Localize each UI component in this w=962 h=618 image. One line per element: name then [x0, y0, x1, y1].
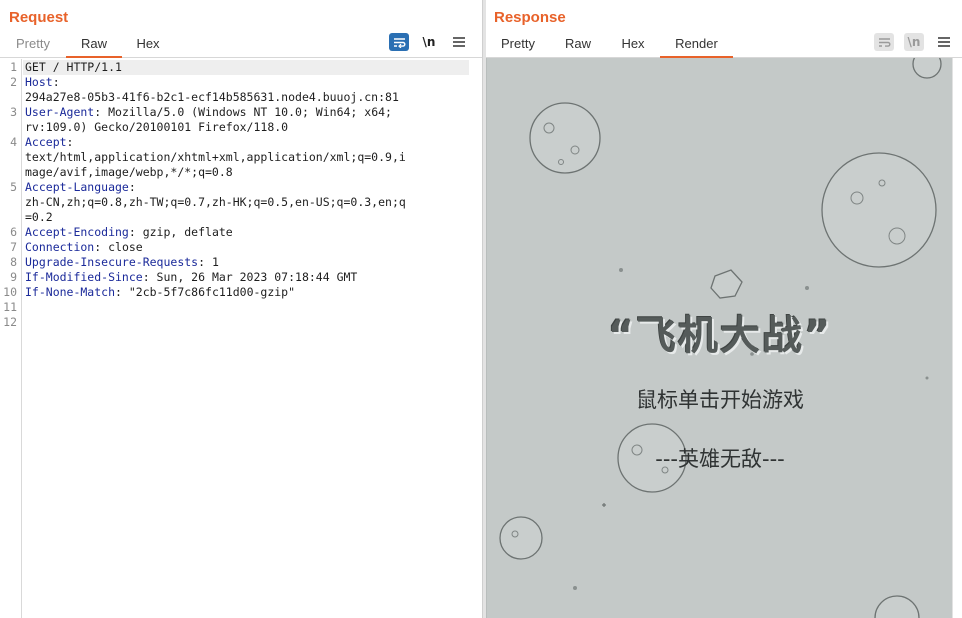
request-menu-button[interactable] — [449, 33, 469, 51]
header-key: If-Modified-Since — [25, 270, 143, 284]
header-value: text/html,application/xhtml+xml,applicat… — [25, 150, 406, 164]
response-show-newlines-button[interactable]: \n — [904, 33, 924, 51]
hamburger-menu-icon — [938, 37, 950, 47]
line-number: 11 — [3, 300, 17, 314]
request-panel: Request Pretty Raw Hex \n 1 2 3 4 5 6 7 … — [0, 0, 482, 618]
show-newlines-button[interactable]: \n — [419, 33, 439, 51]
wrap-icon — [878, 37, 890, 47]
request-raw-text: GET / HTTP/1.1 Host: 294a27e8-05b3-41f6-… — [25, 59, 470, 329]
line-number: 2 — [10, 75, 17, 89]
header-key: User-Agent — [25, 105, 95, 119]
sparkle-icon — [602, 503, 606, 507]
request-editor[interactable]: 1 2 3 4 5 6 7 8 9 10 11 12 GET / HTTP/1.… — [0, 59, 482, 618]
response-title: Response — [494, 9, 566, 26]
header-value: : "2cb-5f7c86fc11d00-gzip" — [115, 285, 296, 299]
line-number: 5 — [10, 180, 17, 194]
asteroid-graphic — [710, 269, 743, 299]
response-menu-button[interactable] — [934, 33, 954, 51]
header-value: =0.2 — [25, 210, 53, 224]
header-key: Host — [25, 75, 53, 89]
asteroid-graphic — [912, 58, 942, 79]
header-key: Connection — [25, 240, 95, 254]
request-tab-pretty[interactable]: Pretty — [14, 36, 52, 58]
render-scrollbar[interactable] — [952, 58, 962, 618]
header-value: mage/avif,image/webp,*/*;q=0.8 — [25, 165, 233, 179]
line-number-gutter: 1 2 3 4 5 6 7 8 9 10 11 12 — [0, 59, 22, 618]
response-tab-raw[interactable]: Raw — [564, 36, 592, 58]
request-tabbar: Pretty Raw Hex — [0, 32, 482, 58]
asteroid-graphic — [874, 595, 920, 618]
line-number: 8 — [10, 255, 17, 269]
header-key: Accept — [25, 135, 67, 149]
line-number: 6 — [10, 225, 17, 239]
start-game-prompt[interactable]: 鼠标单击开始游戏 — [487, 384, 952, 414]
wrap-icon — [393, 37, 405, 48]
header-key: Accept-Encoding — [25, 225, 129, 239]
response-wrap-lines-button[interactable] — [874, 33, 894, 51]
line-number: 12 — [3, 315, 17, 329]
line-number: 7 — [10, 240, 17, 254]
asteroid-graphic — [821, 152, 937, 268]
game-mode-label: ---英雄无敌--- — [655, 447, 785, 471]
request-tab-raw[interactable]: Raw — [66, 36, 122, 58]
asteroid-graphic — [499, 516, 543, 560]
header-value: zh-CN,zh;q=0.8,zh-TW;q=0.7,zh-HK;q=0.5,e… — [25, 195, 406, 209]
game-title: “飞机大战” — [607, 313, 833, 359]
request-line: GET / HTTP/1.1 — [25, 60, 122, 74]
request-tab-hex[interactable]: Hex — [134, 36, 162, 58]
line-number: 4 — [10, 135, 17, 149]
header-key: If-None-Match — [25, 285, 116, 299]
hamburger-menu-icon — [453, 37, 465, 47]
header-key: Accept-Language — [25, 180, 129, 194]
response-tab-pretty[interactable]: Pretty — [498, 36, 538, 58]
header-value: : — [52, 75, 60, 89]
asteroid-graphic — [529, 102, 601, 174]
response-tab-render[interactable]: Render — [660, 36, 733, 58]
wrap-lines-button[interactable] — [389, 33, 409, 51]
line-number: 10 — [3, 285, 17, 299]
line-number: 3 — [10, 105, 17, 119]
render-view[interactable]: “飞机大战” 鼠标单击开始游戏 ---英雄无敌--- — [486, 58, 952, 618]
header-value: : 1 — [198, 255, 219, 269]
header-value: : — [128, 180, 136, 194]
response-tab-hex[interactable]: Hex — [619, 36, 647, 58]
header-value: : Mozilla/5.0 (Windows NT 10.0; Win64; x… — [94, 105, 392, 119]
header-key: Upgrade-Insecure-Requests — [25, 255, 199, 269]
line-number: 9 — [10, 270, 17, 284]
header-value: : — [66, 135, 74, 149]
header-value: 294a27e8-05b3-41f6-b2c1-ecf14b585631.nod… — [25, 90, 399, 104]
request-title: Request — [9, 9, 69, 26]
line-number: 1 — [10, 60, 17, 74]
header-value: : gzip, deflate — [128, 225, 233, 239]
header-value: rv:109.0) Gecko/20100101 Firefox/118.0 — [25, 120, 289, 134]
header-value: : Sun, 26 Mar 2023 07:18:44 GMT — [142, 270, 358, 284]
header-value: : close — [94, 240, 143, 254]
